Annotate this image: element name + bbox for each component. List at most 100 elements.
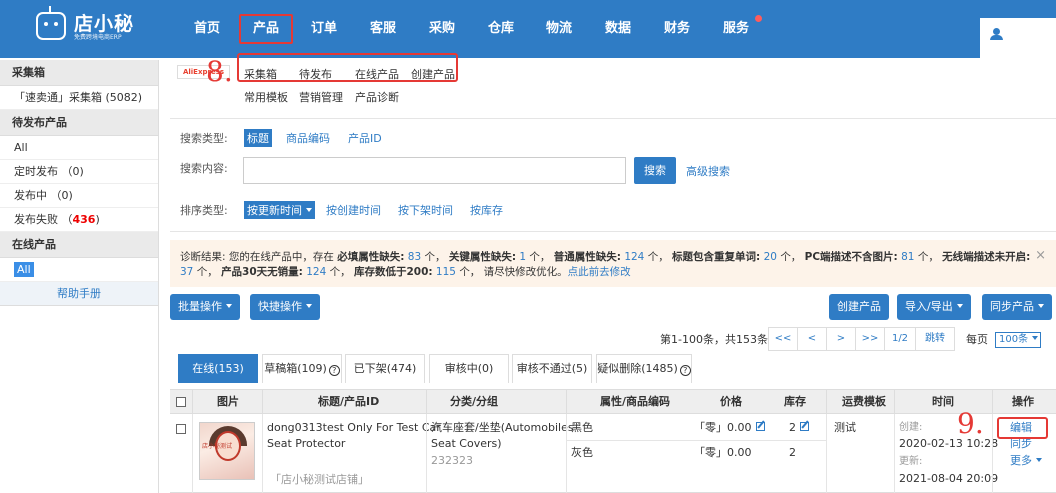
sort-by-update[interactable]: 按更新时间 xyxy=(244,201,315,219)
sort-by-create[interactable]: 按创建时间 xyxy=(326,202,381,218)
nav-data[interactable]: 数据 xyxy=(593,0,643,58)
edit-icon[interactable] xyxy=(755,422,765,431)
pager-info: 第1-100条，共153条 xyxy=(660,333,768,346)
row-checkbox[interactable] xyxy=(176,424,186,434)
top-nav-bar: 店小秘 免费跨境电商ERP 首页 产品 订单 客服 采购 仓库 物流 数据 财务… xyxy=(0,0,1056,58)
nav-purchase[interactable]: 采购 xyxy=(417,0,467,58)
col-price: 价格 xyxy=(720,395,742,408)
shop-name: 「店小秘测试店铺」 xyxy=(270,473,369,486)
variant-stock: 2 xyxy=(789,446,796,459)
product-title-line2[interactable]: Seat Protector xyxy=(267,435,345,453)
sort-by-delist[interactable]: 按下架时间 xyxy=(398,202,453,218)
search-type-sku[interactable]: 商品编码 xyxy=(286,130,330,146)
pager-first[interactable]: << xyxy=(768,327,798,351)
chevron-down-icon xyxy=(1038,304,1044,308)
tab-online[interactable]: 在线(153) xyxy=(178,354,258,383)
failed-count: 436 xyxy=(72,213,96,226)
advanced-search-link[interactable]: 高级搜索 xyxy=(686,163,730,179)
user-menu[interactable] xyxy=(980,18,1056,58)
nav-logistics[interactable]: 物流 xyxy=(534,0,584,58)
diagnosis-fix-link[interactable]: 点此前去修改 xyxy=(568,266,631,278)
col-attributes: 属性/商品编码 xyxy=(600,395,671,408)
help-manual-link[interactable]: 帮助手册 xyxy=(0,282,158,306)
logo[interactable]: 店小秘 免费跨境电商ERP xyxy=(36,6,146,44)
select-all-checkbox[interactable] xyxy=(176,397,186,407)
help-icon: ? xyxy=(328,365,340,376)
sidebar-section-pending: 待发布产品 xyxy=(0,110,158,136)
search-type-title[interactable]: 标题 xyxy=(244,129,272,147)
robot-logo-icon xyxy=(36,6,66,40)
col-time: 时间 xyxy=(932,395,954,408)
search-panel: 搜索类型: 标题 商品编码 产品ID 搜索内容: 搜索 高级搜索 排序类型: 按… xyxy=(170,118,1056,232)
tab-delisted[interactable]: 已下架(474) xyxy=(345,354,425,383)
shipping-template: 测试 xyxy=(834,421,856,434)
variant-stock: 2 xyxy=(789,419,809,437)
sidebar-section-online: 在线产品 xyxy=(0,232,158,258)
sidebar-item-collect-box[interactable]: 「速卖通」采集箱 (5082) xyxy=(0,86,158,110)
pager-page: 1/2 xyxy=(884,327,916,351)
subnav-diagnosis[interactable]: 产品诊断 xyxy=(355,89,399,105)
category-id: 232323 xyxy=(431,454,473,467)
chevron-down-icon xyxy=(956,304,963,308)
variant-attr: 灰色 xyxy=(571,446,593,459)
tab-reviewing[interactable]: 审核中(0) xyxy=(429,354,509,383)
col-title: 标题/产品ID xyxy=(318,395,380,408)
nav-home[interactable]: 首页 xyxy=(182,0,232,58)
batch-actions-button[interactable]: 批量操作 xyxy=(170,294,240,320)
tab-suspected-deleted[interactable]: 疑似删除(1485)? xyxy=(596,354,692,383)
search-type-id[interactable]: 产品ID xyxy=(348,130,382,146)
nav-services[interactable]: 服务 xyxy=(711,0,761,58)
chevron-down-icon xyxy=(1036,458,1042,462)
more-button[interactable]: 更多 xyxy=(1010,452,1042,470)
help-icon: ? xyxy=(679,365,691,376)
pager-last[interactable]: >> xyxy=(855,327,885,351)
pager-prev[interactable]: < xyxy=(797,327,827,351)
category-line2: Seat Covers) xyxy=(431,437,502,450)
nav-warehouse[interactable]: 仓库 xyxy=(476,0,526,58)
pager-jump[interactable]: 跳转 xyxy=(915,327,955,351)
edit-icon[interactable] xyxy=(800,422,809,431)
sidebar-item-online-all[interactable]: All xyxy=(0,258,158,282)
subnav-templates[interactable]: 常用模板 xyxy=(244,89,288,105)
sort-type-label: 排序类型: xyxy=(180,204,228,217)
annotation-box-8 xyxy=(237,53,458,82)
sidebar-item-failed[interactable]: 发布失败 （436) xyxy=(0,208,158,232)
nav-products[interactable]: 产品 xyxy=(239,14,293,44)
close-icon[interactable]: × xyxy=(1035,248,1046,263)
logo-slogan: 免费跨境电商ERP xyxy=(74,34,122,41)
quick-actions-button[interactable]: 快捷操作 xyxy=(250,294,320,320)
chevron-down-icon xyxy=(226,304,232,308)
product-image[interactable]: 店小秘测试 xyxy=(199,422,255,480)
nav-orders[interactable]: 订单 xyxy=(299,0,349,58)
tab-drafts[interactable]: 草稿箱(109)? xyxy=(262,354,342,383)
table-row: 店小秘测试 dong0313test Only For Test Car Sea… xyxy=(170,414,1056,493)
notification-dot xyxy=(755,15,762,22)
annotation-box-9 xyxy=(997,417,1048,439)
create-product-button[interactable]: 创建产品 xyxy=(829,294,889,320)
diagnosis-banner: 诊断结果: 您的在线产品中，存在 必填属性缺失: 83 个， 关键属性缺失: 1… xyxy=(170,240,1056,287)
variant-price: 「零」0.00 xyxy=(694,419,765,437)
search-input[interactable] xyxy=(243,157,626,184)
variant-attr: 黑色 xyxy=(571,421,593,434)
sidebar-section-collect: 采集箱 xyxy=(0,60,158,86)
nav-service[interactable]: 客服 xyxy=(358,0,408,58)
sort-by-stock[interactable]: 按库存 xyxy=(470,202,503,218)
sidebar-divider xyxy=(158,60,159,493)
import-export-button[interactable]: 导入/导出 xyxy=(897,294,971,320)
col-image: 图片 xyxy=(217,395,239,408)
sidebar-item-scheduled[interactable]: 定时发布 （0) xyxy=(0,160,158,184)
tab-rejected[interactable]: 审核不通过(5) xyxy=(512,354,592,383)
subnav-marketing[interactable]: 营销管理 xyxy=(299,89,343,105)
nav-finance[interactable]: 财务 xyxy=(652,0,702,58)
sync-products-button[interactable]: 同步产品 xyxy=(982,294,1052,320)
sidebar-item-pending-all[interactable]: All xyxy=(0,136,158,160)
search-button[interactable]: 搜索 xyxy=(634,157,676,184)
chevron-down-icon xyxy=(1032,336,1039,340)
user-icon xyxy=(990,28,1008,40)
sidebar-item-publishing[interactable]: 发布中 （0) xyxy=(0,184,158,208)
col-operations: 操作 xyxy=(1012,395,1034,408)
table-header: 图片 标题/产品ID 分类/分组 属性/商品编码 价格 库存 运费模板 时间 操… xyxy=(170,389,1056,415)
pager-next[interactable]: > xyxy=(826,327,856,351)
per-page-select[interactable]: 100条 xyxy=(995,332,1041,348)
updated-time: 2021-08-04 20:09 xyxy=(899,472,999,485)
